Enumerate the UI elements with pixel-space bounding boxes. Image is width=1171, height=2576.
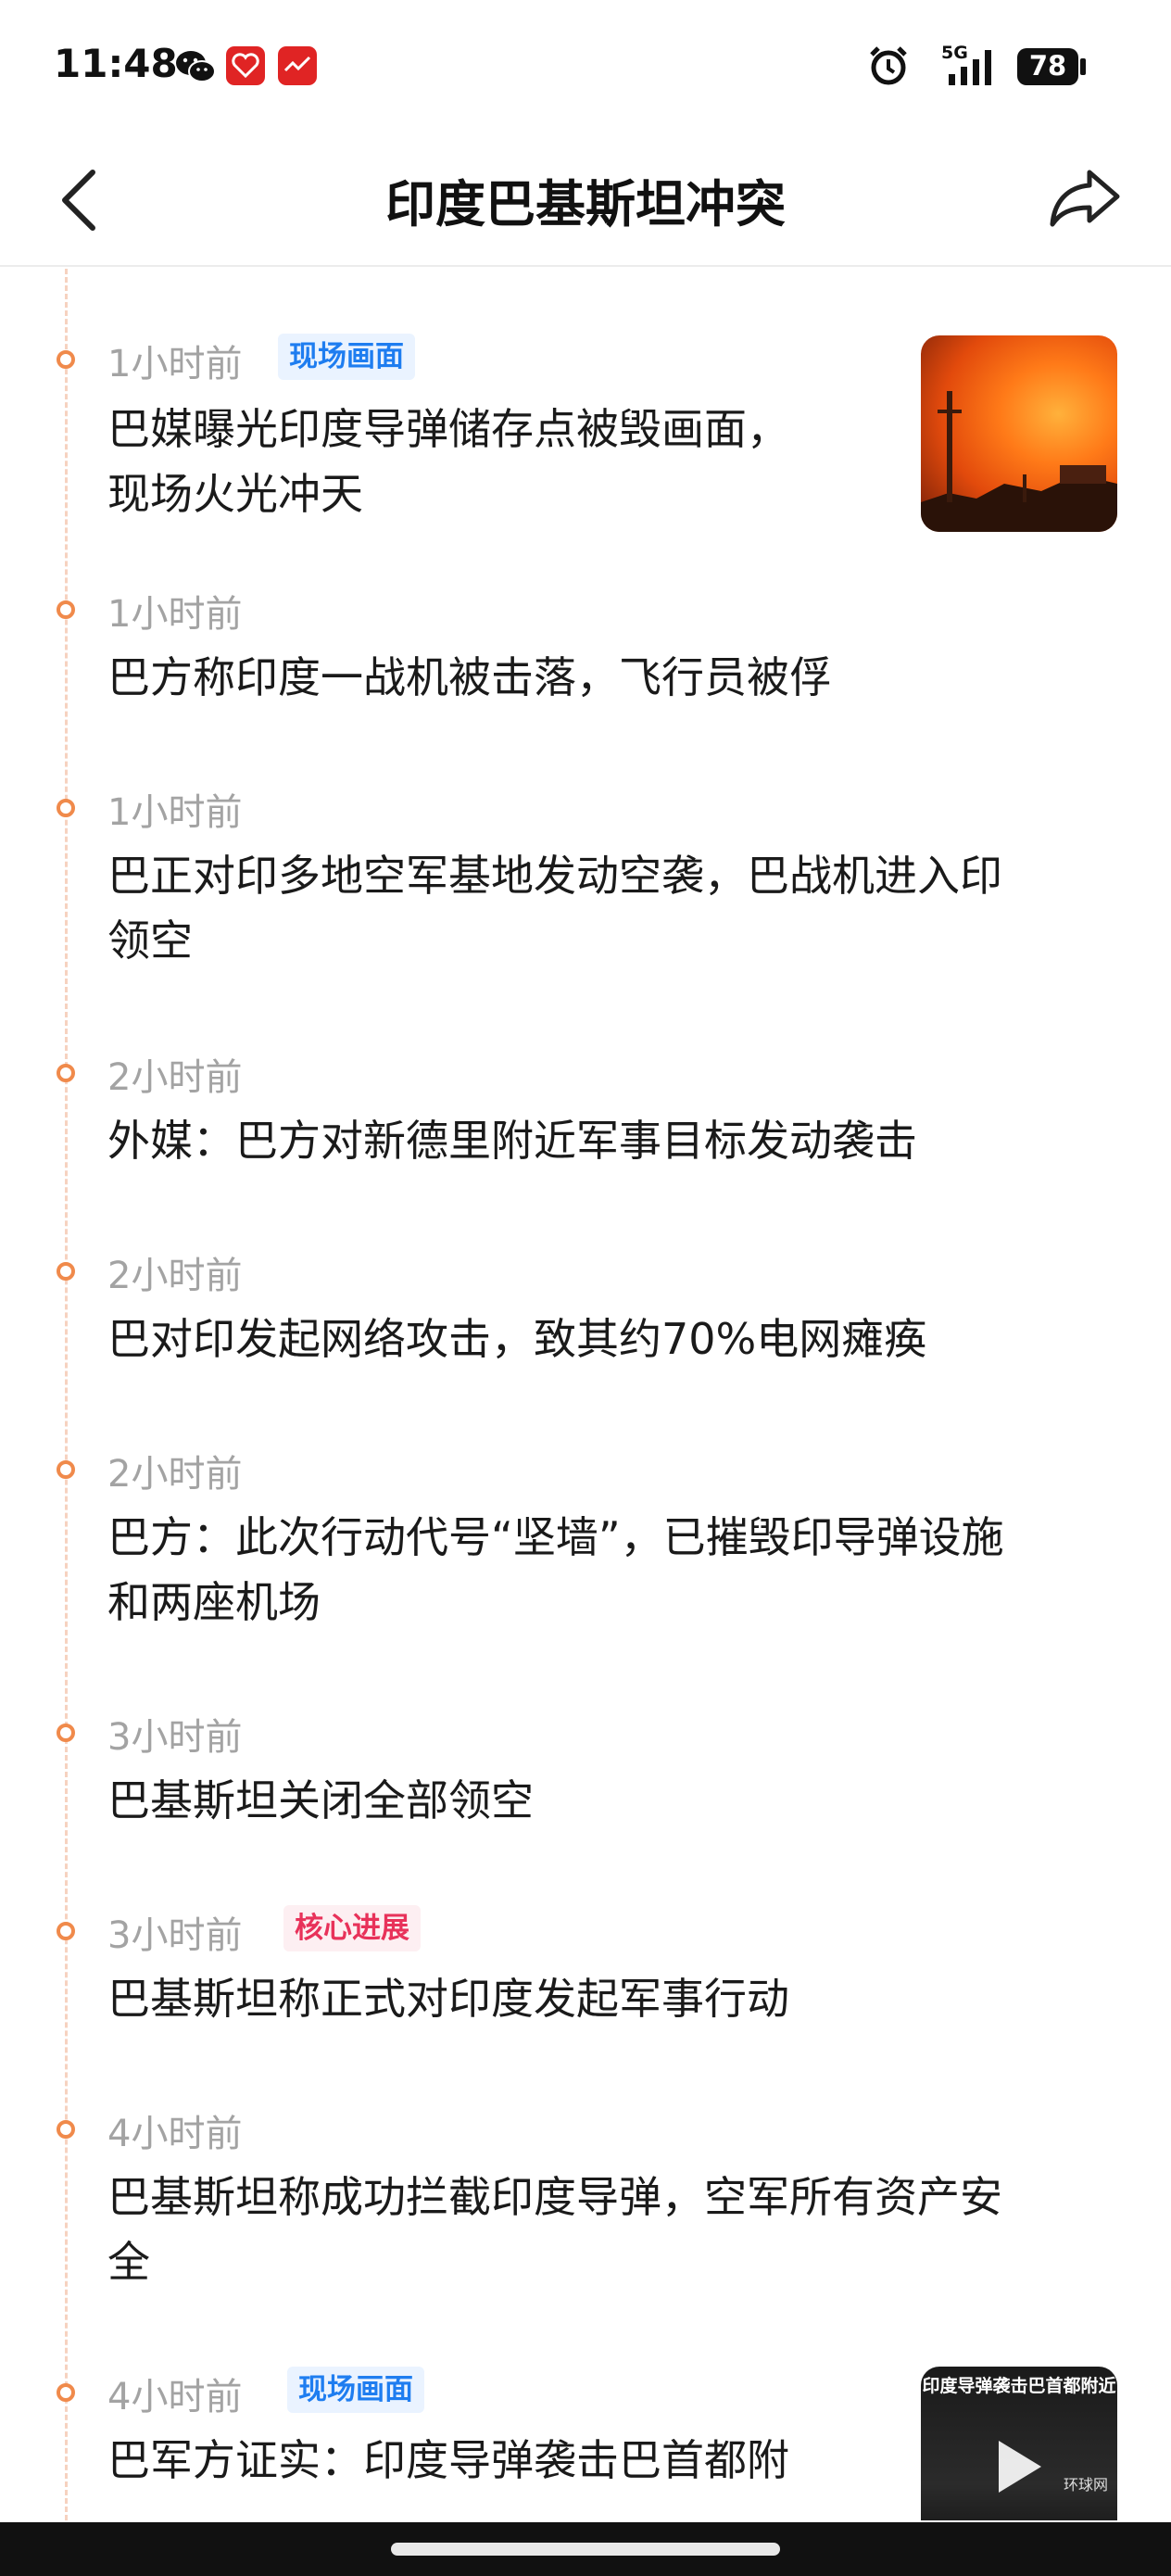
wechat-icon: [176, 51, 216, 82]
status-bar: 11:48 5G 78: [0, 0, 1171, 139]
timeline-dot: [57, 2120, 75, 2139]
timeline-headline[interactable]: 巴基斯坦关闭全部领空: [107, 1768, 534, 1833]
timeline-time: 1小时前: [107, 343, 243, 385]
timeline-dot: [57, 1064, 75, 1082]
play-icon[interactable]: [999, 2441, 1041, 2493]
page-title: 印度巴基斯坦冲突: [385, 175, 786, 234]
timeline-item[interactable]: 2小时前 巴对印发起网络攻击，致其约70%电网瘫痪: [0, 1205, 1171, 1403]
timeline-headline[interactable]: 巴基斯坦称正式对印度发起军事行动: [107, 1966, 789, 2031]
timeline-dot: [57, 1460, 75, 1479]
timeline-item[interactable]: 2小时前 巴方：此次行动代号“坚墙”，已摧毁印导弹设施 和两座机场: [0, 1403, 1171, 1666]
headline-line: 巴对印发起网络攻击，致其约70%电网瘫痪: [107, 1314, 927, 1364]
news-thumbnail[interactable]: [921, 335, 1117, 532]
headline-line: 巴基斯坦称成功拦截印度导弹，空军所有资产安: [107, 2172, 1002, 2222]
status-time: 11:48: [54, 41, 178, 86]
timeline-headline[interactable]: 巴方称印度一战机被击落，飞行员被俘: [107, 645, 832, 710]
headline-line: 巴正对印多地空军基地发动空袭，巴战机进入印: [107, 851, 1002, 901]
timeline-dot: [57, 350, 75, 369]
timeline-time: 2小时前: [107, 1453, 243, 1496]
timeline-time: 3小时前: [107, 1716, 243, 1759]
timeline-item[interactable]: 1小时前 巴正对印多地空军基地发动空袭，巴战机进入印 领空: [0, 743, 1171, 1008]
timeline-time: 3小时前: [107, 1914, 243, 1957]
timeline-headline[interactable]: 巴军方证实：印度导弹袭击巴首都附: [107, 2428, 789, 2493]
headline-line: 现场火光冲天: [107, 469, 363, 519]
scene-tag: 现场画面: [278, 334, 415, 380]
timeline-dot: [57, 600, 75, 619]
app-red-icon: [278, 46, 317, 85]
timeline-item[interactable]: 2小时前 外媒：巴方对新德里附近军事目标发动袭击: [0, 1008, 1171, 1205]
thumbnail-watermark: 环球网: [1063, 2476, 1108, 2494]
headline-line: 巴方：此次行动代号“坚墙”，已摧毁印导弹设施: [107, 1512, 1004, 1562]
timeline-item[interactable]: 1小时前 巴方称印度一战机被击落，飞行员被俘: [0, 547, 1171, 743]
timeline: 1小时前 现场画面 巴媒曝光印度导弹储存点被毁画面， 现场火光冲天 1小时前 巴…: [0, 269, 1171, 2520]
timeline-time: 4小时前: [107, 2376, 243, 2418]
timeline-dot: [57, 2383, 75, 2402]
timeline-dot: [57, 1724, 75, 1742]
timeline-item[interactable]: 4小时前 巴基斯坦称成功拦截印度导弹，空军所有资产安 全: [0, 2063, 1171, 2326]
headline-line: 外媒：巴方对新德里附近军事目标发动袭击: [107, 1116, 917, 1166]
timeline-headline[interactable]: 巴基斯坦称成功拦截印度导弹，空军所有资产安 全: [107, 2165, 1002, 2294]
battery-cap: [1080, 58, 1086, 75]
timeline-item[interactable]: 4小时前 现场画面 巴军方证实：印度导弹袭击巴首都附 印度导弹袭击巴首都附近 环…: [0, 2326, 1171, 2520]
share-icon[interactable]: [1049, 165, 1123, 230]
app-red-icon: [226, 46, 265, 85]
alarm-icon: [870, 46, 907, 85]
headline-line: 和两座机场: [107, 1577, 321, 1627]
timeline-headline[interactable]: 巴对印发起网络攻击，致其约70%电网瘫痪: [107, 1307, 926, 1371]
timeline-dot: [57, 1262, 75, 1281]
core-progress-tag: 核心进展: [283, 1905, 421, 1951]
timeline-time: 1小时前: [107, 593, 243, 636]
video-thumbnail[interactable]: 印度导弹袭击巴首都附近 环球网: [921, 2367, 1117, 2520]
timeline-item[interactable]: 1小时前 现场画面 巴媒曝光印度导弹储存点被毁画面， 现场火光冲天: [0, 269, 1171, 547]
timeline-headline[interactable]: 巴正对印多地空军基地发动空袭，巴战机进入印 领空: [107, 843, 1002, 973]
headline-line: 领空: [107, 915, 193, 966]
headline-line: 巴基斯坦关闭全部领空: [107, 1775, 534, 1825]
timeline-dot: [57, 1922, 75, 1940]
thumbnail-caption: 印度导弹袭击巴首都附近: [922, 2376, 1116, 2396]
timeline-time: 2小时前: [107, 1255, 243, 1297]
timeline-headline[interactable]: 巴方：此次行动代号“坚墙”，已摧毁印导弹设施 和两座机场: [107, 1505, 1004, 1635]
headline-line: 全: [107, 2237, 150, 2287]
home-indicator[interactable]: [391, 2543, 780, 2556]
timeline-time: 1小时前: [107, 791, 243, 834]
headline-line: 巴媒曝光印度导弹储存点被毁画面，: [107, 404, 789, 454]
headline-line: 巴军方证实：印度导弹袭击巴首都附: [107, 2435, 789, 2485]
fire-scene-image: [921, 391, 1117, 532]
battery-icon: 78: [1017, 48, 1078, 85]
timeline-headline[interactable]: 巴媒曝光印度导弹储存点被毁画面， 现场火光冲天: [107, 397, 789, 526]
scene-tag: 现场画面: [287, 2367, 424, 2413]
timeline-item[interactable]: 3小时前 巴基斯坦关闭全部领空: [0, 1666, 1171, 1864]
timeline-headline[interactable]: 外媒：巴方对新德里附近军事目标发动袭击: [107, 1108, 917, 1173]
timeline-time: 2小时前: [107, 1056, 243, 1099]
timeline-time: 4小时前: [107, 2113, 243, 2155]
timeline-item[interactable]: 3小时前 核心进展 巴基斯坦称正式对印度发起军事行动: [0, 1864, 1171, 2063]
timeline-dot: [57, 799, 75, 817]
battery-level: 78: [1028, 50, 1067, 82]
signal-icon: [949, 50, 991, 85]
headline-line: 巴方称印度一战机被击落，飞行员被俘: [107, 652, 832, 702]
headline-line: 巴基斯坦称正式对印度发起军事行动: [107, 1974, 789, 2024]
